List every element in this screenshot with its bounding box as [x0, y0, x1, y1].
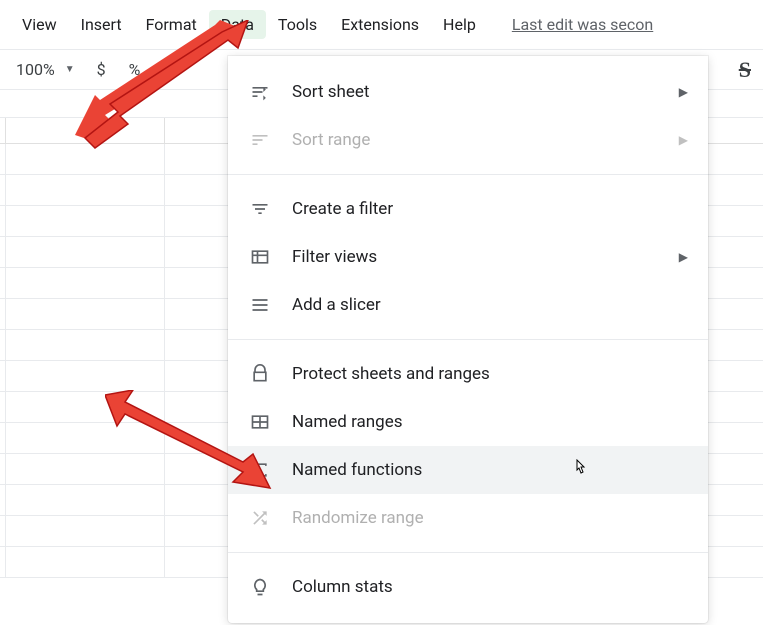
- menu-view[interactable]: View: [10, 10, 69, 39]
- shuffle-icon: [248, 506, 272, 530]
- menu-item-named-functions[interactable]: Named functions: [228, 446, 708, 494]
- sort-range-icon: [248, 128, 272, 152]
- menu-item-label: Sort range: [292, 130, 679, 150]
- lightbulb-icon: [248, 575, 272, 599]
- menu-item-label: Named functions: [292, 460, 688, 480]
- menu-data[interactable]: Data: [209, 10, 266, 39]
- menu-item-sort-sheet[interactable]: Sort sheet ▶: [228, 68, 708, 116]
- menu-item-label: Create a filter: [292, 199, 688, 219]
- submenu-arrow-icon: ▶: [679, 133, 688, 147]
- menu-item-label: Randomize range: [292, 508, 688, 528]
- chevron-down-icon: ▼: [65, 64, 75, 75]
- menu-separator: [228, 174, 708, 175]
- zoom-value: 100%: [16, 60, 55, 79]
- zoom-selector[interactable]: 100% ▼: [16, 60, 75, 79]
- menu-item-label: Column stats: [292, 577, 688, 597]
- menu-separator: [228, 552, 708, 553]
- menu-item-filter-views[interactable]: Filter views ▶: [228, 233, 708, 281]
- last-edit-link[interactable]: Last edit was secon: [512, 15, 653, 34]
- menu-item-named-ranges[interactable]: Named ranges: [228, 398, 708, 446]
- menu-bar: View Insert Format Data Tools Extensions…: [0, 0, 763, 50]
- menu-item-randomize: Randomize range: [228, 494, 708, 542]
- decimal-button[interactable]: .0: [157, 60, 172, 79]
- sort-sheet-icon: [248, 80, 272, 104]
- menu-item-create-filter[interactable]: Create a filter: [228, 185, 708, 233]
- menu-item-label: Protect sheets and ranges: [292, 364, 688, 384]
- menu-item-label: Named ranges: [292, 412, 688, 432]
- menu-item-column-stats[interactable]: Column stats: [228, 563, 708, 611]
- lock-icon: [248, 362, 272, 386]
- menu-item-add-slicer[interactable]: Add a slicer: [228, 281, 708, 329]
- sigma-icon: [248, 458, 272, 482]
- filter-views-icon: [248, 245, 272, 269]
- submenu-arrow-icon: ▶: [679, 85, 688, 99]
- strikethrough-button[interactable]: S: [739, 57, 751, 83]
- menu-help[interactable]: Help: [431, 10, 488, 39]
- menu-item-label: Add a slicer: [292, 295, 688, 315]
- menu-item-protect[interactable]: Protect sheets and ranges: [228, 350, 708, 398]
- menu-format[interactable]: Format: [134, 10, 209, 39]
- menu-tools[interactable]: Tools: [266, 10, 329, 39]
- number-format-group: $ % .0: [97, 60, 173, 79]
- cursor-pointer-icon: [572, 459, 588, 481]
- menu-extensions[interactable]: Extensions: [329, 10, 431, 39]
- menu-item-sort-range: Sort range ▶: [228, 116, 708, 164]
- menu-item-label: Filter views: [292, 247, 679, 267]
- currency-button[interactable]: $: [97, 60, 107, 79]
- submenu-arrow-icon: ▶: [679, 250, 688, 264]
- data-menu-dropdown: Sort sheet ▶ Sort range ▶ Create a filte…: [228, 56, 708, 623]
- slicer-icon: [248, 293, 272, 317]
- menu-separator: [228, 339, 708, 340]
- filter-icon: [248, 197, 272, 221]
- menu-insert[interactable]: Insert: [69, 10, 134, 39]
- menu-item-label: Sort sheet: [292, 82, 679, 102]
- column-header-b[interactable]: B: [6, 118, 165, 143]
- named-ranges-icon: [248, 410, 272, 434]
- percent-button[interactable]: %: [129, 60, 142, 79]
